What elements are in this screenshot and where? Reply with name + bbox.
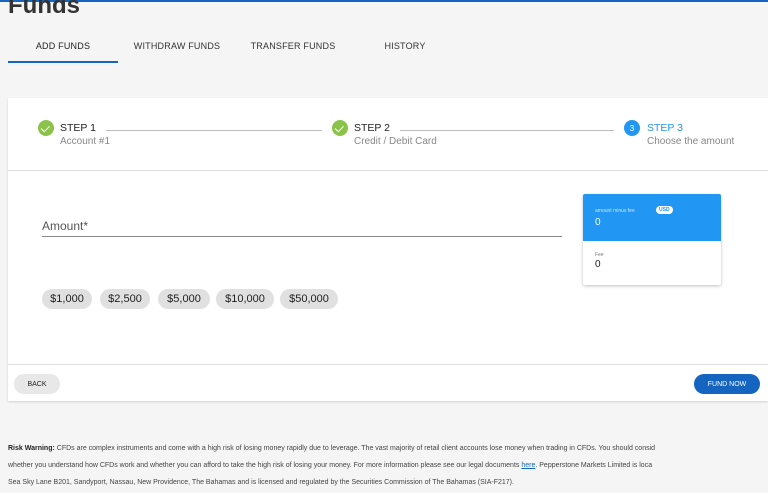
step1-check-icon bbox=[38, 120, 54, 136]
quick-amount-50000[interactable]: $50,000 bbox=[280, 289, 338, 309]
top-accent-bar bbox=[0, 0, 768, 2]
risk-warning: Risk Warning: CFDs are complex instrumen… bbox=[8, 440, 768, 491]
quick-amount-2500[interactable]: $2,500 bbox=[100, 289, 150, 309]
quick-amount-5000[interactable]: $5,000 bbox=[158, 289, 210, 309]
legal-documents-link[interactable]: here bbox=[521, 462, 535, 469]
stepper: STEP 1 Account #1 STEP 2 Credit / Debit … bbox=[8, 98, 768, 171]
amount-input-label: Amount* bbox=[42, 219, 89, 233]
step2-title: STEP 2 bbox=[354, 122, 390, 134]
active-tab-indicator bbox=[8, 61, 118, 63]
step1-title: STEP 1 bbox=[60, 122, 96, 134]
quick-amount-10000[interactable]: $10,000 bbox=[216, 289, 274, 309]
fee-label: Fee bbox=[595, 252, 604, 258]
risk-warning-line-1: Risk Warning: CFDs are complex instrumen… bbox=[8, 445, 656, 452]
amount-minus-fee-label: amount minus fee bbox=[595, 208, 635, 214]
amount-minus-fee-panel: amount minus fee USD 0 bbox=[583, 194, 721, 241]
quick-amount-1000[interactable]: $1,000 bbox=[42, 289, 92, 309]
step3-number-icon: 3 bbox=[624, 120, 640, 136]
fee-summary-card: amount minus fee USD 0 Fee 0 bbox=[583, 194, 721, 285]
currency-badge: USD bbox=[656, 206, 673, 214]
amount-input[interactable] bbox=[42, 236, 562, 237]
step3-title: STEP 3 bbox=[647, 122, 683, 134]
risk-warning-line-2: whether you understand how CFDs work and… bbox=[8, 462, 653, 469]
tab-history[interactable]: HISTORY bbox=[360, 38, 450, 64]
fee-value: 0 bbox=[595, 259, 601, 270]
add-funds-card: STEP 1 Account #1 STEP 2 Credit / Debit … bbox=[8, 98, 768, 401]
risk-warning-label: Risk Warning: bbox=[8, 445, 55, 452]
tab-withdraw-funds[interactable]: WITHDRAW FUNDS bbox=[124, 38, 230, 64]
page-title: Funds bbox=[8, 0, 80, 19]
back-button[interactable]: BACK bbox=[14, 374, 60, 394]
step-connector-1 bbox=[106, 130, 322, 131]
amount-minus-fee-value: 0 bbox=[595, 217, 601, 228]
card-footer-divider bbox=[8, 364, 768, 365]
fund-now-button[interactable]: FUND NOW bbox=[694, 374, 760, 394]
step-connector-2 bbox=[400, 130, 614, 131]
risk-warning-line-3: Sea Sky Lane B201, Sandyport, Nassau, Ne… bbox=[8, 479, 514, 486]
tab-transfer-funds[interactable]: TRANSFER FUNDS bbox=[240, 38, 346, 64]
step1-subtitle: Account #1 bbox=[60, 136, 111, 147]
step3-subtitle: Choose the amount bbox=[647, 136, 735, 147]
step2-check-icon bbox=[332, 120, 348, 136]
step2-subtitle: Credit / Debit Card bbox=[354, 136, 437, 147]
